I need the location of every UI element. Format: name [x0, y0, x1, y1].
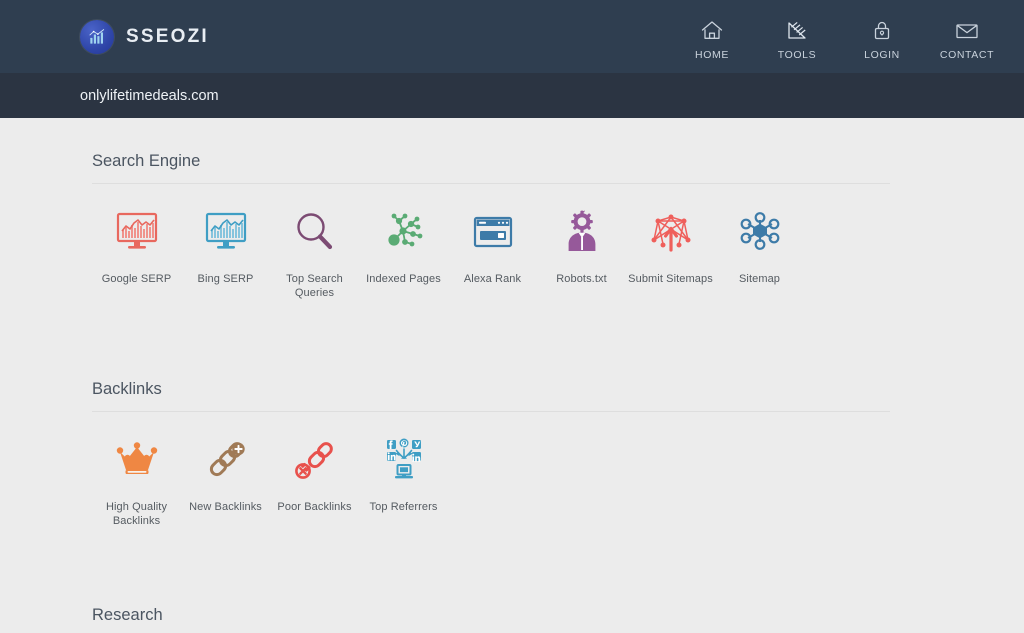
browser-window-icon — [468, 206, 518, 260]
nav-label-tools: TOOLS — [778, 49, 816, 61]
section-backlinks: Backlinks High Quality Backli — [92, 346, 898, 528]
nav-item-home[interactable]: HOME — [685, 17, 739, 61]
tile-label: Submit Sitemaps — [628, 272, 713, 286]
nav-item-tools[interactable]: TOOLS — [770, 17, 824, 61]
tools-ruler-icon — [785, 17, 809, 43]
monitor-chart-icon — [200, 206, 252, 260]
tile-label: Poor Backlinks — [277, 500, 351, 514]
tile-label: New Backlinks — [189, 500, 262, 514]
brand-name: SSEOZI — [126, 26, 209, 48]
envelope-icon — [954, 17, 980, 43]
tile-top-referrers[interactable]: Top Referrers — [359, 434, 448, 528]
tile-robots-txt[interactable]: Robots.txt — [537, 206, 626, 300]
tile-alexa-rank[interactable]: Alexa Rank — [448, 206, 537, 300]
tile-row-search-engine: Google SERP — [92, 184, 898, 300]
monitor-chart-icon — [111, 206, 163, 260]
tile-submit-sitemaps[interactable]: Submit Sitemaps — [626, 206, 715, 300]
tile-google-serp[interactable]: Google SERP — [92, 206, 181, 300]
nav-label-home: HOME — [695, 49, 729, 61]
tile-label: High Quality Backlinks — [92, 500, 181, 528]
section-title-search-engine: Search Engine — [92, 118, 898, 183]
nav-item-login[interactable]: LOGIN — [855, 17, 909, 61]
top-navigation-bar: SSEOZI HOME — [0, 0, 1024, 73]
domain-bar: onlylifetimedeals.com — [0, 73, 1024, 118]
nav-item-contact[interactable]: CONTACT — [940, 17, 994, 61]
section-search-engine: Search Engine — [92, 118, 898, 300]
tile-bing-serp[interactable]: Bing SERP — [181, 206, 270, 300]
tile-label: Top Search Queries — [270, 272, 359, 300]
tile-row-backlinks: High Quality Backlinks — [92, 412, 898, 528]
tile-label: Robots.txt — [556, 272, 607, 286]
chain-plus-icon — [200, 434, 252, 488]
section-research: Research K — [92, 572, 898, 633]
main-nav: HOME TOOLS — [685, 13, 994, 61]
tile-label: Bing SERP — [198, 272, 254, 286]
nav-label-login: LOGIN — [864, 49, 900, 61]
tile-sitemap[interactable]: Sitemap — [715, 206, 804, 300]
home-icon — [700, 17, 724, 43]
tile-new-backlinks[interactable]: New Backlinks — [181, 434, 270, 528]
chain-broken-icon — [289, 434, 341, 488]
tile-label: Alexa Rank — [464, 272, 521, 286]
nav-label-contact: CONTACT — [940, 49, 994, 61]
tile-high-quality-backlinks[interactable]: High Quality Backlinks — [92, 434, 181, 528]
section-title-research: Research — [92, 572, 898, 633]
brand-logo[interactable]: SSEOZI — [80, 20, 209, 54]
tile-label: Sitemap — [739, 272, 780, 286]
gear-person-icon — [557, 206, 607, 260]
domain-name: onlylifetimedeals.com — [80, 88, 219, 104]
bar-chart-badge-icon — [80, 20, 114, 54]
tile-top-search-queries[interactable]: Top Search Queries — [270, 206, 359, 300]
node-network-icon — [379, 206, 429, 260]
sitemap-upload-icon — [645, 206, 697, 260]
lock-icon — [871, 17, 893, 43]
crown-icon — [111, 434, 163, 488]
tile-label: Top Referrers — [370, 500, 438, 514]
tile-indexed-pages[interactable]: Indexed Pages — [359, 206, 448, 300]
tile-label: Google SERP — [102, 272, 172, 286]
social-referrer-icon — [379, 434, 429, 488]
tools-content: Search Engine — [0, 118, 1024, 633]
tile-label: Indexed Pages — [366, 272, 441, 286]
hex-network-icon — [735, 206, 785, 260]
section-title-backlinks: Backlinks — [92, 346, 898, 411]
magnifier-icon — [290, 206, 340, 260]
tile-poor-backlinks[interactable]: Poor Backlinks — [270, 434, 359, 528]
